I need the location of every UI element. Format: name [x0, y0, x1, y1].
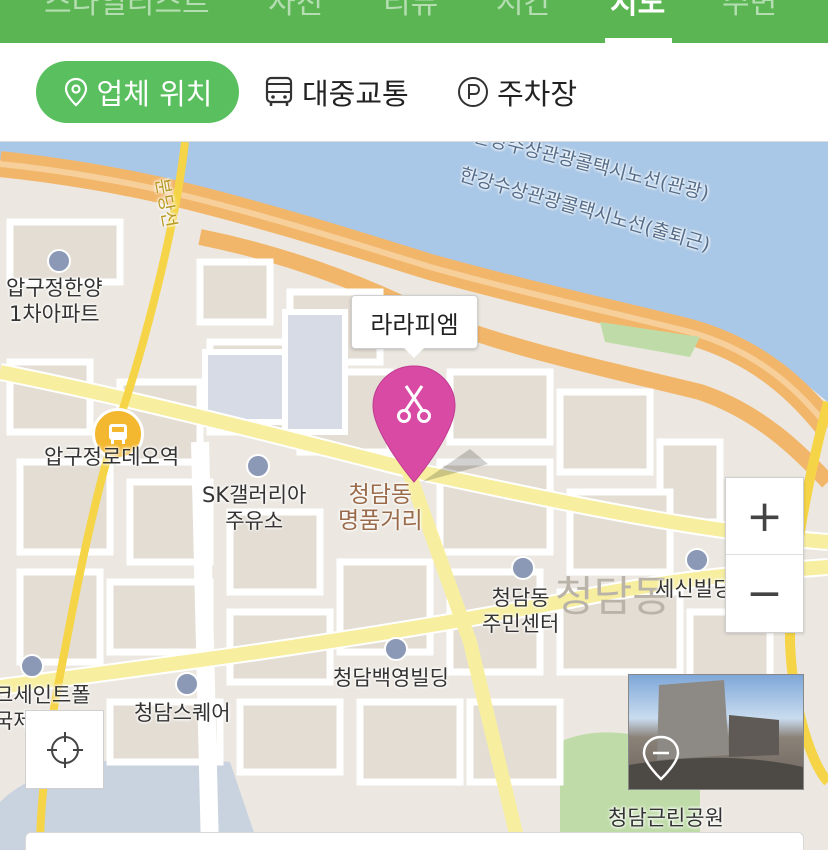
district-label: 청담동	[555, 572, 671, 621]
tab-photos[interactable]: 사진	[268, 0, 323, 22]
tab-hours[interactable]: 시간	[496, 0, 551, 22]
cheongdam-square-icon[interactable]	[175, 672, 199, 696]
tab-nearby[interactable]: 주변	[722, 0, 777, 22]
map-view[interactable]: 한강수상관광콜택시노선(관광) 한강수상관광콜택시노선(출퇴근) 분당선 압구정…	[0, 142, 828, 850]
baekyoung-building-label: 청담백영빌딩	[333, 666, 449, 690]
tab-map[interactable]: 지도	[610, 0, 665, 22]
gas-station-label: SK갤러리아 주유소	[202, 483, 307, 533]
gas-station-icon[interactable]	[246, 454, 270, 478]
business-marker-pin[interactable]	[370, 364, 490, 494]
apartment-label: 압구정한양 1차아파트	[6, 276, 103, 326]
tab-reviews[interactable]: 리뷰	[383, 0, 438, 22]
parking-icon	[458, 77, 488, 107]
apartment-poi-icon[interactable]	[47, 249, 71, 273]
bus-icon	[265, 76, 293, 106]
community-center-icon[interactable]	[511, 556, 535, 580]
park-label: 청담근린공원	[608, 806, 724, 830]
street-view-thumbnail[interactable]	[628, 674, 804, 790]
bottom-info-card[interactable]	[25, 832, 804, 850]
cheongdam-square-label: 청담스퀘어	[134, 701, 231, 725]
station-label: 압구정로데오역	[44, 445, 180, 469]
zoom-in-button[interactable]: +	[726, 478, 803, 554]
public-transit-label: 대중교통	[302, 77, 409, 111]
school-icon[interactable]	[20, 654, 44, 678]
business-location-label: 업체 위치	[96, 77, 213, 111]
zoom-out-button[interactable]: −	[726, 554, 803, 631]
location-tab-bar: 업체 위치 대중교통 주차장	[0, 43, 828, 142]
street-view-pin-icon	[642, 735, 680, 781]
parking-label: 주차장	[497, 77, 578, 111]
sesin-building-icon[interactable]	[685, 548, 709, 572]
sesin-building-label: 세신빌딩	[655, 577, 733, 601]
business-marker-callout[interactable]: 라라피엠	[351, 295, 478, 358]
public-transit-button[interactable]: 대중교통	[264, 61, 409, 123]
parking-button[interactable]: 주차장	[457, 61, 577, 123]
location-pin-icon	[64, 77, 87, 107]
my-location-button[interactable]	[25, 710, 104, 789]
tab-stylist[interactable]: 스타일리스트	[44, 0, 210, 22]
crosshair-icon	[46, 731, 83, 768]
zoom-controls: + −	[725, 477, 804, 633]
business-location-button[interactable]: 업체 위치	[36, 61, 239, 123]
baekyoung-building-icon[interactable]	[384, 637, 408, 661]
community-center-label: 청담동 주민센터	[482, 586, 560, 636]
top-tab-bar: 스타일리스트 사진 리뷰 시간 지도 주변	[0, 0, 828, 43]
